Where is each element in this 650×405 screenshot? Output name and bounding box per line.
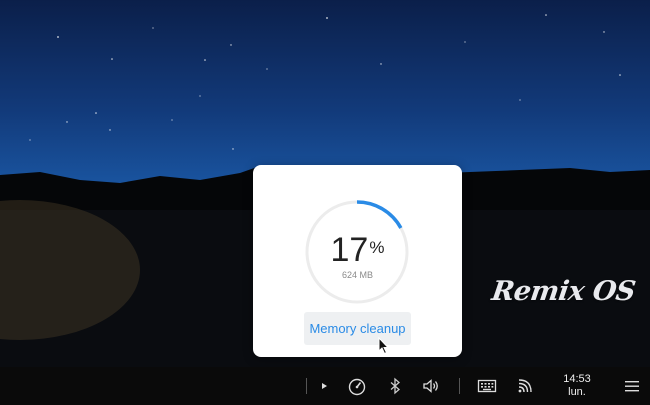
speedometer-icon[interactable] bbox=[346, 376, 368, 396]
memory-size: 624 MB bbox=[341, 270, 374, 280]
percent-sign: % bbox=[369, 238, 385, 257]
clock-time: 14:53 bbox=[563, 373, 591, 385]
memory-percent: 17% bbox=[253, 233, 462, 267]
cast-icon[interactable] bbox=[514, 376, 536, 396]
volume-icon[interactable] bbox=[420, 376, 442, 396]
bluetooth-icon[interactable] bbox=[384, 376, 406, 396]
clock-day: lun. bbox=[568, 386, 586, 398]
menu-icon[interactable] bbox=[621, 376, 643, 396]
memory-panel: 17% 624 MB Memory cleanup bbox=[253, 165, 462, 357]
memory-percent-value: 17 bbox=[330, 231, 369, 269]
taskbar: 14:53 lun. bbox=[0, 367, 650, 405]
play-icon[interactable] bbox=[314, 376, 336, 396]
memory-cleanup-button[interactable]: Memory cleanup bbox=[304, 312, 411, 345]
mouse-cursor-icon bbox=[378, 337, 390, 355]
taskbar-separator bbox=[306, 378, 307, 394]
taskbar-clock[interactable]: 14:53 lun. bbox=[557, 373, 597, 399]
remix-os-logo: Remix OS bbox=[489, 276, 638, 307]
keyboard-icon[interactable] bbox=[476, 376, 498, 396]
taskbar-separator bbox=[459, 378, 460, 394]
